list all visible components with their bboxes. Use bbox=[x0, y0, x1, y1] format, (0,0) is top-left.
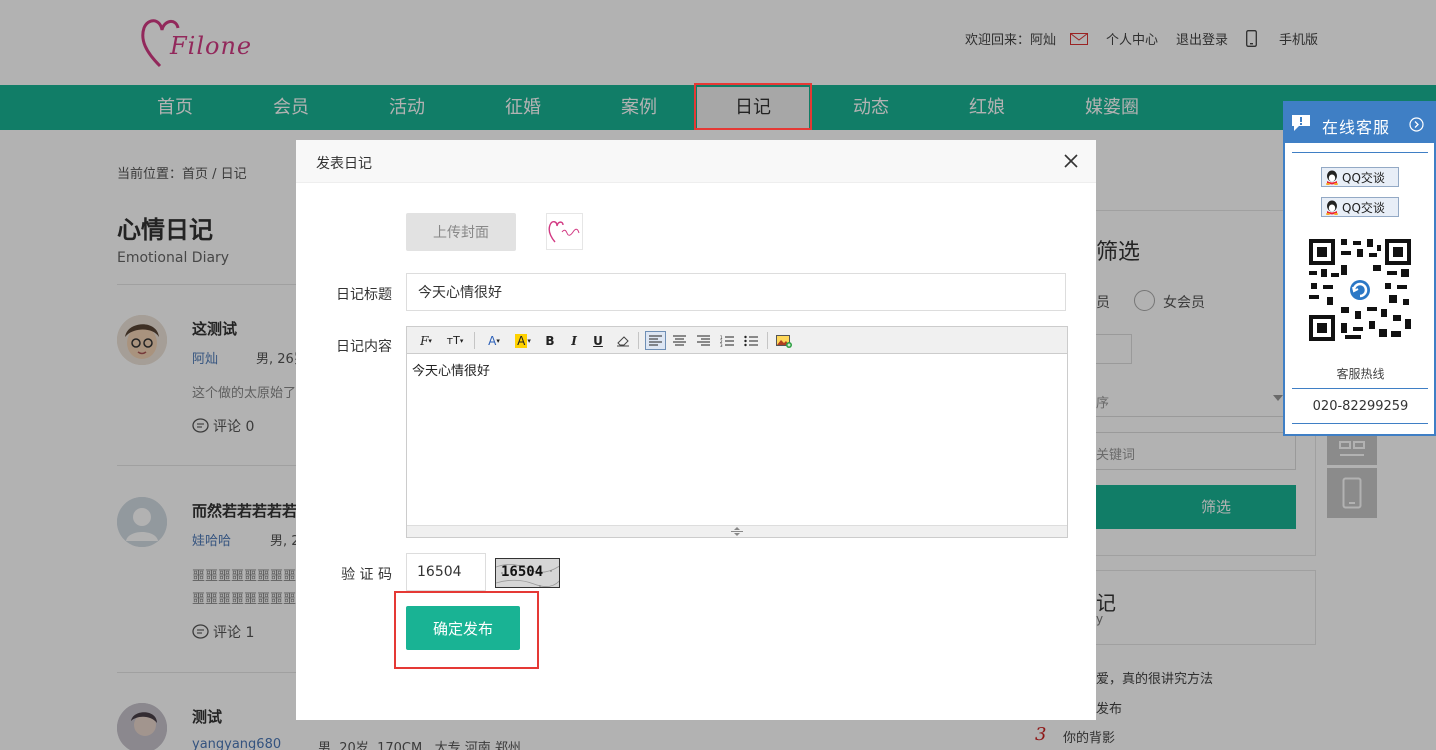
toolbar-separator bbox=[474, 332, 475, 349]
diary-title-input[interactable] bbox=[406, 273, 1066, 311]
toolbar-separator bbox=[638, 332, 639, 349]
editor-resize-handle[interactable] bbox=[407, 525, 1067, 537]
align-left-icon bbox=[649, 335, 662, 346]
captcha-label: 验 证 码 bbox=[341, 567, 392, 583]
align-right-icon bbox=[696, 335, 710, 346]
online-service-title: 在线客服 bbox=[1322, 118, 1391, 137]
align-left-button[interactable] bbox=[645, 331, 666, 350]
resize-handle-icon bbox=[731, 527, 743, 536]
font-size-button[interactable]: тT ▾ bbox=[443, 331, 467, 350]
toolbar-separator bbox=[767, 332, 768, 349]
chevron-right-circle-icon bbox=[1409, 117, 1424, 132]
qq-penguin-icon bbox=[1326, 170, 1338, 185]
italic-button[interactable]: I bbox=[567, 331, 581, 350]
font-color-button[interactable]: A ▾ bbox=[483, 331, 505, 350]
qq-chat-button-2[interactable]: QQ交谈 bbox=[1321, 197, 1399, 217]
font-size-label: тT bbox=[446, 334, 460, 347]
qq-penguin-icon bbox=[1326, 200, 1338, 215]
captcha-image[interactable]: 16504 bbox=[495, 558, 560, 588]
font-family-button[interactable]: F ▾ bbox=[415, 331, 437, 350]
rich-text-editor: F ▾ тT ▾ A ▾ A ▾ B I U 1 2 3 今天心情很好 bbox=[406, 326, 1068, 538]
align-center-icon bbox=[672, 335, 686, 346]
insert-image-button[interactable] bbox=[775, 331, 793, 350]
cover-thumbnail bbox=[546, 213, 583, 250]
hotline-label: 客服热线 bbox=[1336, 367, 1385, 381]
qq-chat-label: QQ交谈 bbox=[1342, 170, 1385, 185]
qq-chat-button-1[interactable]: QQ交谈 bbox=[1321, 167, 1399, 187]
unordered-list-button[interactable] bbox=[743, 331, 759, 350]
unordered-list-icon bbox=[744, 335, 758, 346]
online-service-header[interactable]: 在线客服 bbox=[1285, 103, 1436, 143]
editor-toolbar: F ▾ тT ▾ A ▾ A ▾ B I U 1 2 3 bbox=[407, 327, 1067, 354]
underline-button[interactable]: U bbox=[591, 331, 605, 350]
divider bbox=[1292, 152, 1428, 153]
clear-format-button[interactable] bbox=[615, 331, 631, 350]
image-icon bbox=[776, 334, 792, 348]
eraser-icon bbox=[617, 335, 629, 346]
bold-button[interactable]: B bbox=[543, 331, 557, 350]
qr-code-icon bbox=[1307, 237, 1413, 343]
font-color-label: A bbox=[488, 333, 497, 348]
dialog-title: 发表日记 bbox=[316, 156, 372, 172]
nav-highlight-box bbox=[694, 83, 812, 130]
online-service-widget: 在线客服 QQ交谈 QQ交谈 客服热线 020-82299259 bbox=[1283, 101, 1436, 436]
heart-logo-icon bbox=[548, 221, 580, 243]
font-family-label: F bbox=[420, 333, 429, 348]
title-label: 日记标题 bbox=[336, 287, 392, 303]
align-center-button[interactable] bbox=[671, 331, 687, 350]
divider bbox=[1292, 423, 1428, 424]
chat-bubble-icon bbox=[1292, 115, 1310, 131]
svg-text:3: 3 bbox=[720, 343, 723, 347]
editor-content[interactable]: 今天心情很好 bbox=[407, 354, 1067, 525]
ordered-list-icon: 123 bbox=[720, 335, 734, 347]
hotline-number: 020-82299259 bbox=[1312, 399, 1409, 414]
dialog-header: 发表日记 bbox=[296, 140, 1096, 183]
captcha-text: 16504 bbox=[501, 564, 544, 580]
upload-cover-button[interactable]: 上传封面 bbox=[406, 213, 516, 251]
captcha-input[interactable] bbox=[406, 553, 486, 591]
content-label: 日记内容 bbox=[336, 339, 392, 355]
divider bbox=[1292, 388, 1428, 389]
close-icon[interactable] bbox=[1063, 153, 1079, 169]
ordered-list-button[interactable]: 123 bbox=[719, 331, 735, 350]
bg-color-button[interactable]: A ▾ bbox=[511, 331, 535, 350]
align-right-button[interactable] bbox=[695, 331, 711, 350]
submit-highlight-box bbox=[394, 591, 539, 669]
qq-chat-label: QQ交谈 bbox=[1342, 200, 1385, 215]
bg-color-label: A bbox=[515, 333, 528, 348]
